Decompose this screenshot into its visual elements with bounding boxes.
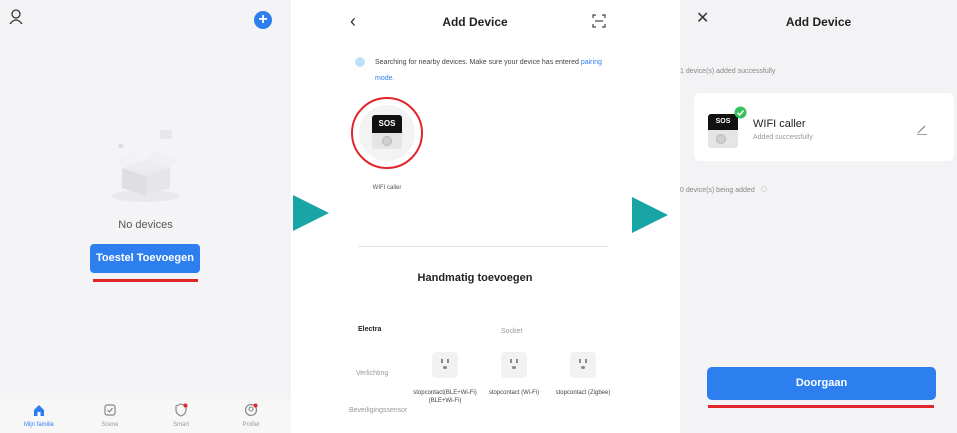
socket-zigbee-icon[interactable] — [570, 352, 596, 378]
search-message: Searching for nearby devices. Make sure … — [375, 59, 579, 66]
device-button-graphic — [382, 136, 392, 146]
tab-smart[interactable]: Smart — [151, 403, 211, 428]
bottom-tab-bar: Mijn familie Scene Smart Profiel — [0, 399, 291, 433]
tab-label: Scene — [101, 422, 119, 428]
tab-scene[interactable]: Scene — [80, 403, 140, 428]
highlight-underline — [93, 279, 198, 282]
socket-wifi-icon[interactable] — [501, 352, 527, 378]
sos-device-icon: SOS — [708, 114, 738, 148]
loading-spinner-icon — [760, 186, 767, 192]
add-device-search-screen: ‹ Add Device Searching for nearby device… — [330, 0, 620, 433]
device-body — [372, 133, 402, 149]
user-icon[interactable] — [9, 9, 23, 25]
home-screen: + No devices Toestel Toevoegen Mijn fami… — [0, 0, 291, 433]
empty-box-illustration — [112, 130, 180, 202]
category-verlichting[interactable]: Verlichting — [356, 370, 388, 377]
scene-icon — [104, 404, 116, 416]
divider — [358, 246, 608, 247]
home-icon — [34, 405, 44, 416]
sos-device-icon: SOS — [372, 115, 402, 149]
step-arrow-icon — [293, 195, 329, 231]
empty-state-text: No devices — [118, 219, 173, 231]
socket-ble-wifi-icon[interactable] — [432, 352, 458, 378]
smart-icon — [175, 403, 188, 417]
page-title: Add Device — [442, 15, 508, 29]
socket-wifi-label: stopcontact (Wi-Fi) — [488, 390, 540, 396]
tab-label: Smart — [172, 422, 189, 428]
found-device-button[interactable]: SOS — [359, 105, 415, 161]
category-socket[interactable]: Socket — [501, 328, 522, 335]
continue-button[interactable]: Doorgaan — [707, 367, 936, 400]
add-device-button[interactable]: Toestel Toevoegen — [90, 244, 200, 273]
step-arrow-icon — [632, 197, 668, 233]
found-device-label: WIFI caller — [372, 185, 402, 191]
category-beveiligingssensor[interactable]: Beveiligingssensor — [349, 406, 407, 416]
pending-status-label: 0 device(s) being added — [680, 187, 755, 194]
edit-icon[interactable] — [916, 123, 928, 135]
tab-profile[interactable]: Profiel — [221, 403, 281, 428]
added-status-text: 1 device(s) added successfully — [680, 68, 776, 75]
socket-zigbee-label: stopcontact (Zigbee) — [555, 390, 611, 396]
searching-spinner-icon — [355, 57, 365, 67]
search-status-text: Searching for nearby devices. Make sure … — [375, 55, 615, 87]
pending-status-text: 0 device(s) being added — [680, 186, 767, 194]
profile-icon — [244, 403, 258, 417]
device-status: Added successfully — [753, 134, 813, 141]
highlight-underline — [708, 405, 934, 408]
socket-ble-wifi-label: stopcontact(BLE+Wi-Fi) (BLE+Wi-Fi) — [413, 390, 477, 404]
device-button-graphic — [716, 134, 726, 144]
tutorial-screenshot: + No devices Toestel Toevoegen Mijn fami… — [0, 0, 957, 433]
tab-label: Mijn familie — [23, 422, 54, 428]
device-name: WIFI caller — [753, 118, 806, 130]
device-badge: SOS — [372, 115, 402, 133]
tab-home[interactable]: Mijn familie — [9, 403, 69, 428]
device-body — [708, 130, 738, 148]
add-device-success-screen: ✕ Add Device 1 device(s) added successfu… — [680, 0, 957, 433]
add-device-plus-button[interactable]: + — [254, 11, 272, 29]
added-device-card[interactable]: SOS WIFI caller Added successfully — [694, 93, 954, 161]
scan-icon[interactable] — [592, 14, 606, 28]
page-title: Add Device — [785, 15, 852, 29]
manual-add-title: Handmatig toevoegen — [417, 272, 533, 284]
success-check-icon — [734, 106, 747, 119]
tab-label: Profiel — [242, 422, 260, 428]
category-electra[interactable]: Electra — [358, 326, 381, 333]
